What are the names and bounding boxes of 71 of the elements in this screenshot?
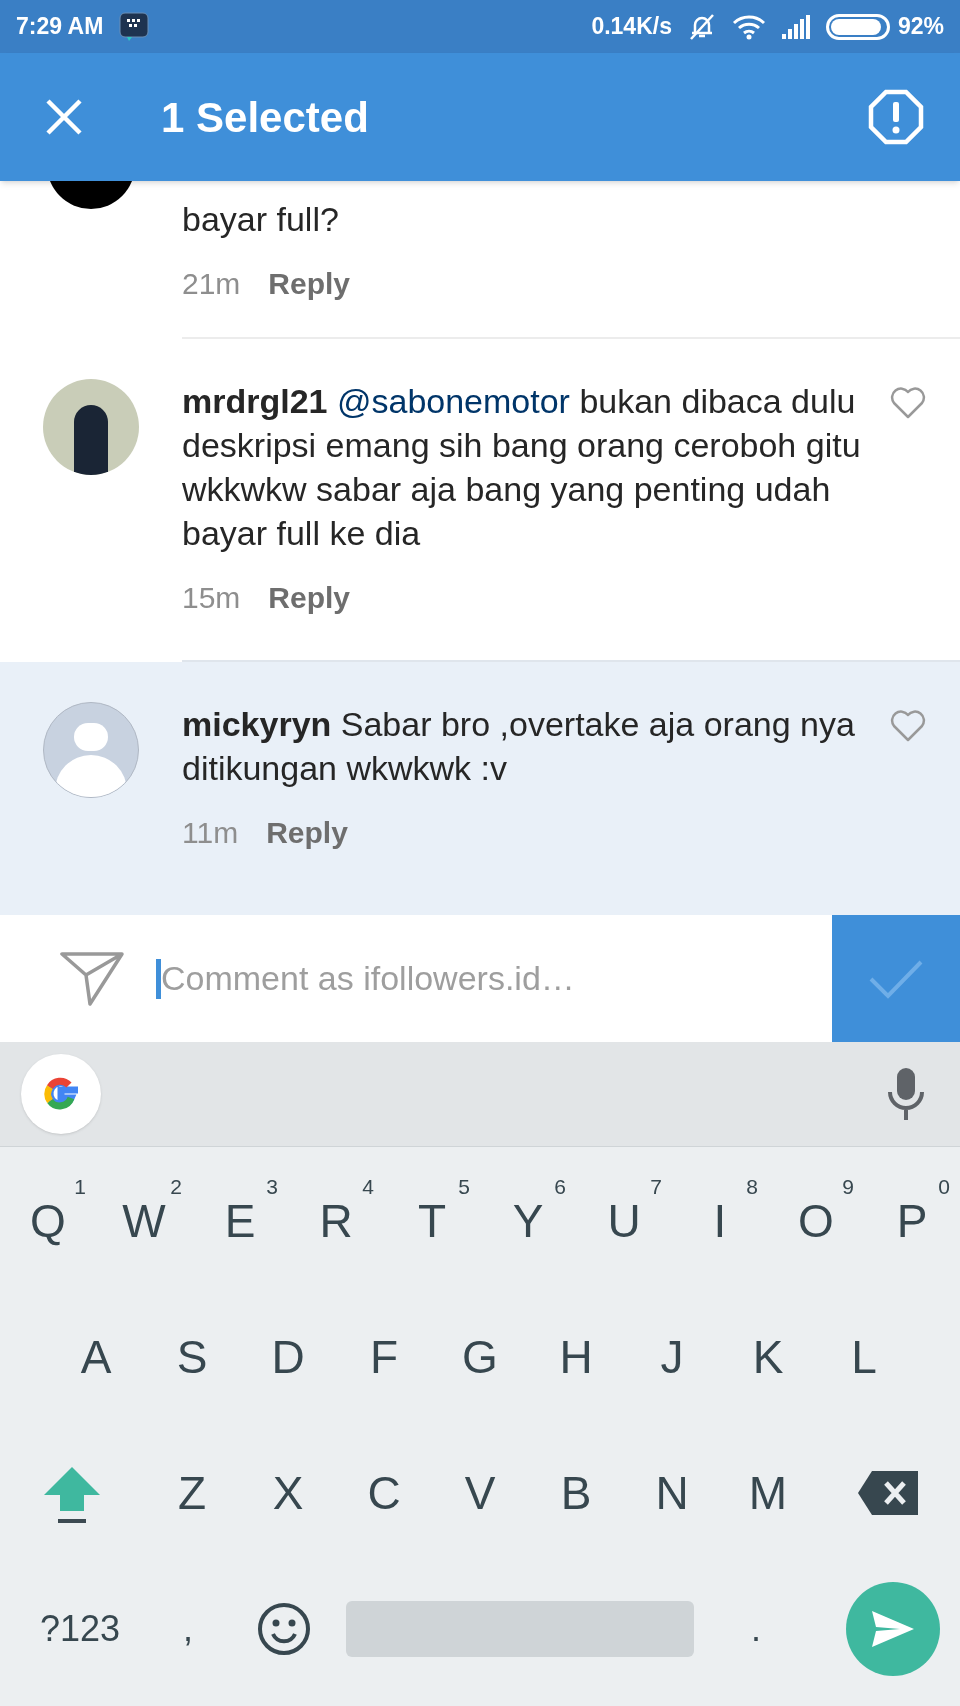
comment-text: bayar full?	[182, 199, 340, 240]
keyboard-key[interactable]: ,	[140, 1561, 236, 1697]
keyboard-key[interactable]: S	[144, 1289, 240, 1425]
status-time: 7:29 AM	[16, 12, 104, 42]
network-speed: 0.14K/s	[591, 12, 672, 42]
comment-time: 11m	[182, 815, 239, 851]
keyboard-key[interactable]: D	[240, 1289, 336, 1425]
signal-icon	[779, 13, 812, 40]
send-icon[interactable]	[60, 950, 124, 1007]
keyboard-key[interactable]: A	[48, 1289, 144, 1425]
report-icon[interactable]	[868, 89, 924, 145]
backspace-icon[interactable]	[856, 1469, 920, 1517]
keyboard-key[interactable]: J	[624, 1289, 720, 1425]
keyboard-key[interactable]: P 0	[864, 1153, 960, 1289]
keyboard-key[interactable]: Y 6	[480, 1153, 576, 1289]
messenger-icon	[119, 11, 150, 42]
key-hint: 9	[842, 1174, 854, 1200]
keyboard-key[interactable]: Z	[144, 1425, 240, 1561]
keyboard-key[interactable]: X	[240, 1425, 336, 1561]
keyboard-key[interactable]: R 4	[288, 1153, 384, 1289]
key-hint: 3	[266, 1174, 278, 1200]
keyboard-key[interactable]: W 2	[96, 1153, 192, 1289]
send-arrow-icon	[870, 1609, 916, 1649]
keyboard-key[interactable]: C	[336, 1425, 432, 1561]
key-hint: 8	[746, 1174, 758, 1200]
username-link[interactable]: mickyryn	[182, 705, 332, 743]
emoji-icon[interactable]	[257, 1602, 311, 1656]
key-hint: 4	[362, 1174, 374, 1200]
microphone-icon[interactable]	[885, 1066, 927, 1122]
battery-icon	[825, 13, 890, 40]
keyboard-key[interactable]: O 9	[768, 1153, 864, 1289]
keyboard-key[interactable]: L	[816, 1289, 912, 1425]
keyboard-key[interactable]: U 7	[576, 1153, 672, 1289]
reply-button[interactable]: Reply	[268, 575, 351, 620]
selected-comment-row[interactable]: mickyryn Sabar bro ,overtake aja orang nya ditikungan wkwkwk :v 11m Reply	[0, 662, 960, 915]
username-link[interactable]: mrdrgl21	[182, 382, 328, 420]
close-icon[interactable]	[44, 97, 84, 137]
keyboard-key[interactable]: B	[528, 1425, 624, 1561]
key-hint: 1	[74, 1174, 86, 1200]
heart-icon[interactable]	[890, 710, 926, 742]
keyboard-key[interactable]: I 8	[672, 1153, 768, 1289]
comment-text: mrdrgl21 @sabonemotor bukan dibaca dulu deskripsi emang sih bang orang ceroboh gitu wkkwkw sabar aja bang yang penting udah bayar full ke dia	[182, 381, 862, 554]
keyboard-key[interactable]: Q 1	[0, 1153, 96, 1289]
keyboard-key[interactable]: H	[528, 1289, 624, 1425]
battery-percent: 92%	[897, 12, 944, 42]
heart-icon[interactable]	[890, 387, 926, 419]
keyboard-key[interactable]: K	[720, 1289, 816, 1425]
comment-time: 15m	[182, 580, 241, 616]
keyboard-key[interactable]: N	[624, 1425, 720, 1561]
wifi-icon	[731, 13, 766, 40]
comment-time: 21m	[182, 266, 241, 302]
key-hint: 6	[554, 1174, 566, 1200]
reply-button[interactable]: Reply	[268, 261, 351, 306]
keyboard-key[interactable]: ?123	[20, 1561, 140, 1697]
comment-input-field[interactable]: Comment as ifollowers.id…	[161, 953, 832, 1004]
keyboard-key[interactable]: G	[432, 1289, 528, 1425]
keyboard-key[interactable]: M	[720, 1425, 816, 1561]
key-hint: 5	[458, 1174, 470, 1200]
key-hint: 0	[938, 1174, 950, 1200]
keyboard-key[interactable]: F	[336, 1289, 432, 1425]
comment-text: mickyryn Sabar bro ,overtake aja orang nya ditikungan wkwkwk :v	[182, 704, 856, 789]
mention-link[interactable]: @sabonemotor	[336, 382, 570, 420]
checkmark-icon	[868, 958, 924, 999]
key-hint: 2	[170, 1174, 182, 1200]
keyboard-key[interactable]: .	[708, 1561, 804, 1697]
reply-button[interactable]: Reply	[266, 810, 348, 855]
keyboard-key[interactable]: T 5	[384, 1153, 480, 1289]
app-bar-title: 1 Selected	[161, 92, 369, 143]
keyboard-key[interactable]: E 3	[192, 1153, 288, 1289]
keyboard-key[interactable]: V	[432, 1425, 528, 1561]
key-hint: 7	[650, 1174, 662, 1200]
